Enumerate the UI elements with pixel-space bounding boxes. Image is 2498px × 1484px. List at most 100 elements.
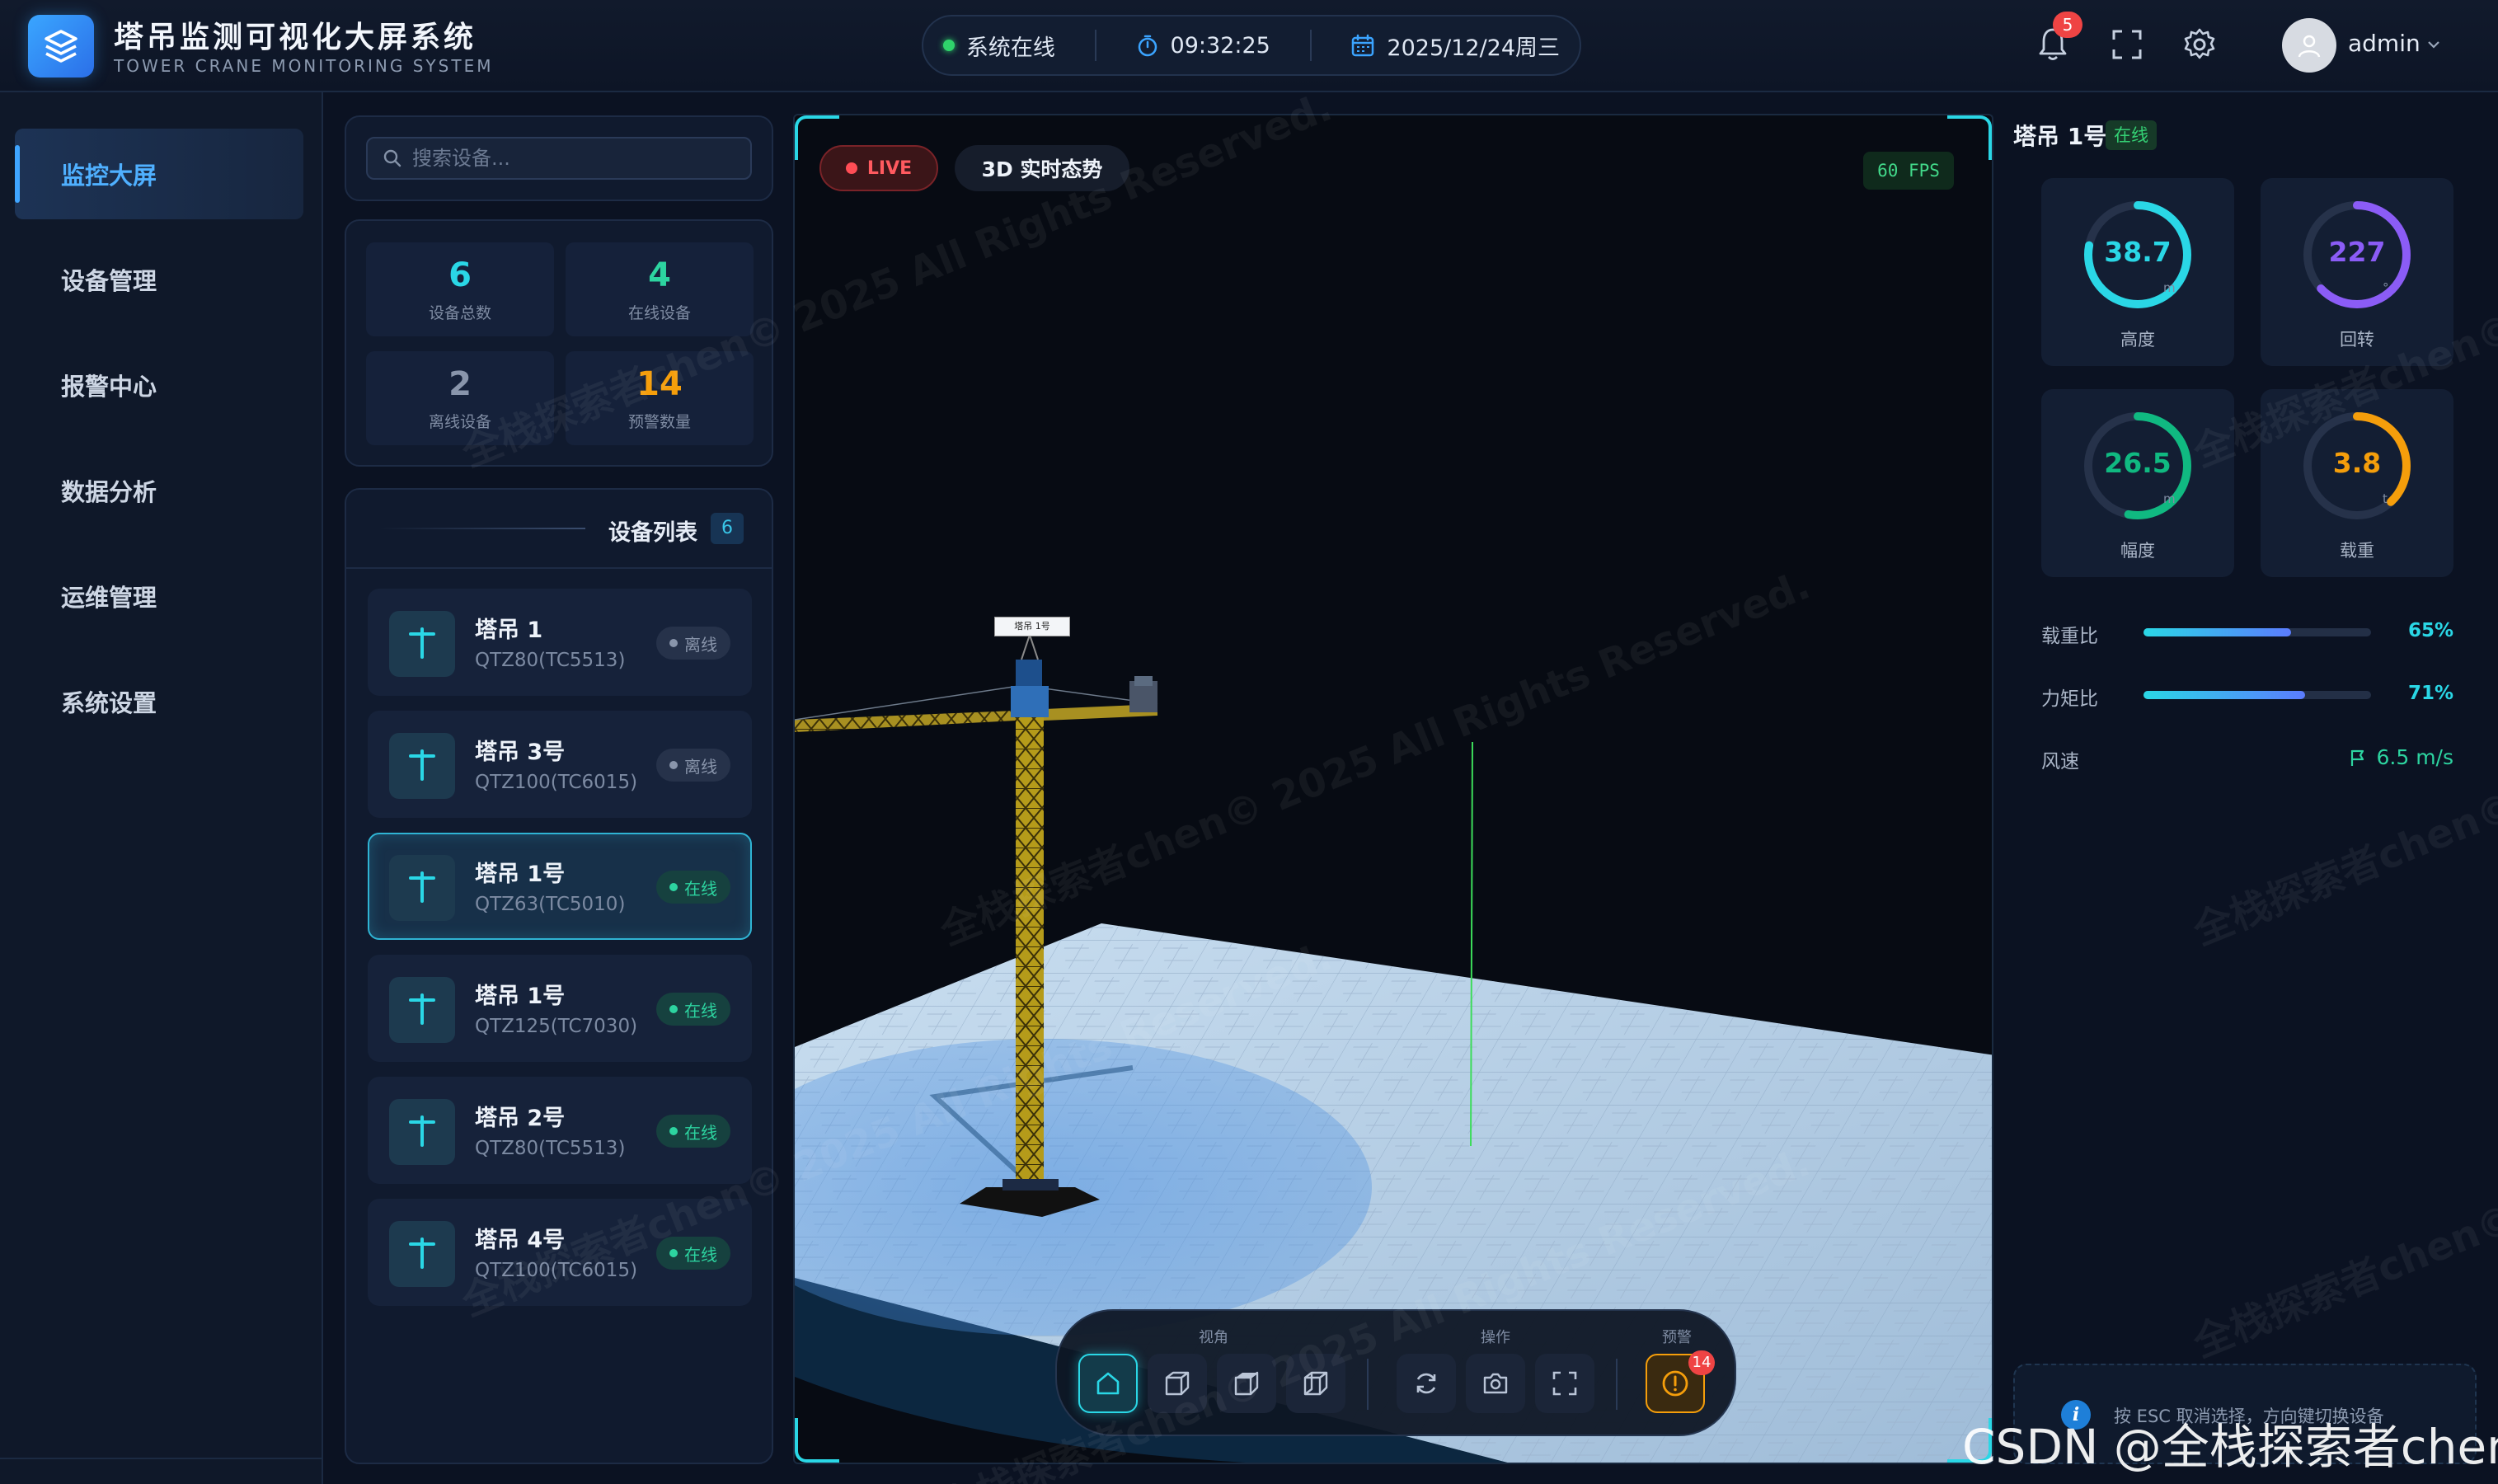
chevron-down-icon[interactable] <box>2425 36 2442 53</box>
search-input[interactable] <box>412 147 742 170</box>
recording-dot-icon <box>845 162 857 174</box>
date-display: 2025/12/24周三 <box>1350 30 1560 62</box>
view-home-button[interactable] <box>1078 1354 1138 1413</box>
device-model: QTZ63(TC5010) <box>475 894 626 915</box>
device-status-text: 在线 <box>684 878 717 899</box>
user-avatar[interactable] <box>2282 18 2336 73</box>
crane-icon <box>389 855 455 921</box>
device-status-badge: 在线 <box>656 1115 730 1148</box>
fullscreen-icon <box>1552 1371 1577 1396</box>
3d-viewport[interactable]: 塔吊 1号 LIVE 3D 实时态势 60 FPS 视角 操作 预警 14 <box>793 114 1993 1464</box>
device-model: QTZ100(TC6015) <box>475 772 638 793</box>
app-subtitle: TOWER CRANE MONITORING SYSTEM <box>114 56 494 76</box>
device-model: QTZ80(TC5513) <box>475 1138 626 1159</box>
refresh-icon <box>1416 1373 1436 1394</box>
device-status-badge: 在线 <box>656 993 730 1026</box>
moment-ratio-track <box>2143 691 2371 699</box>
device-name: 塔吊 1号 <box>475 984 566 1009</box>
wind-speed-value: 6.5 m/s <box>2376 745 2453 769</box>
stat-label: 设备总数 <box>428 303 491 322</box>
gear-icon <box>2184 28 2215 59</box>
sidebar-item-analytics[interactable]: 数据分析 <box>15 445 303 536</box>
device-list-item[interactable]: 塔吊 1号 QTZ63(TC5010) 在线 <box>368 833 752 940</box>
status-dot-icon <box>669 639 678 647</box>
stat-offline-devices: 2 离线设备 <box>366 351 554 445</box>
device-count-badge: 6 <box>711 513 744 544</box>
settings-button[interactable] <box>2181 26 2218 63</box>
stat-label: 离线设备 <box>428 412 491 431</box>
gauge-card: 227 ° 回转 <box>2261 178 2453 366</box>
gauge-value: 3.8 <box>2332 447 2382 479</box>
gauge-unit: ° <box>2383 280 2389 295</box>
notification-badge: 5 <box>2053 12 2082 38</box>
device-list-header: 设备列表 6 <box>346 490 772 569</box>
device-model: QTZ125(TC7030) <box>475 1016 638 1037</box>
top-header: 塔吊监测可视化大屏系统 TOWER CRANE MONITORING SYSTE… <box>0 0 2498 92</box>
status-dot-icon <box>669 1249 678 1257</box>
sidebar-item-alarms[interactable]: 报警中心 <box>15 340 303 430</box>
viewport-title: 3D 实时态势 <box>955 145 1129 191</box>
divider <box>1309 30 1312 61</box>
device-status-badge: 在线 <box>656 1237 730 1270</box>
detail-device-name: 塔吊 1号 <box>2013 123 2107 150</box>
divider <box>1616 1359 1618 1410</box>
refresh-button[interactable] <box>1397 1354 1456 1413</box>
load-ratio-value: 65% <box>2407 620 2453 641</box>
fullscreen-button[interactable] <box>2111 28 2143 61</box>
device-status-text: 离线 <box>684 634 717 655</box>
user-icon <box>2298 35 2321 58</box>
stat-online-devices: 4 在线设备 <box>566 242 754 336</box>
screenshot-button[interactable] <box>1466 1354 1525 1413</box>
device-model: QTZ80(TC5513) <box>475 650 626 671</box>
toolbar-group-label-view: 视角 <box>1199 1329 1228 1346</box>
status-dot-icon <box>669 1005 678 1013</box>
cube-side-icon <box>1303 1371 1328 1396</box>
gauge-unit: m <box>2163 280 2176 295</box>
gauge-label: 回转 <box>2340 330 2374 350</box>
search-box[interactable] <box>366 137 752 180</box>
live-label: LIVE <box>866 157 913 179</box>
sidebar-item-dashboard[interactable]: 监控大屏 <box>15 129 303 219</box>
stat-value: 6 <box>448 256 472 294</box>
stat-value: 4 <box>648 256 671 294</box>
sidebar-item-devices[interactable]: 设备管理 <box>15 234 303 325</box>
gauge-card: 38.7 m 高度 <box>2041 178 2234 366</box>
username[interactable]: admin <box>2348 30 2421 57</box>
gauge-unit: t <box>2383 491 2388 506</box>
status-dot-icon <box>669 1127 678 1135</box>
crane-name-tag: 塔吊 1号 <box>994 617 1070 636</box>
home-icon <box>1096 1372 1120 1395</box>
gauge-card: 3.8 t 载重 <box>2261 389 2453 577</box>
crane-3d-scene[interactable] <box>795 115 1993 1464</box>
device-detail-panel: 塔吊 1号 在线 38.7 m 高度 227 ° 回转 26.5 m 幅度 3.8 t 载重 载重比 … <box>2013 114 2477 819</box>
device-list-item[interactable]: 塔吊 2号 QTZ80(TC5513) 在线 <box>368 1077 752 1184</box>
stat-value: 14 <box>636 364 683 403</box>
device-list-item[interactable]: 塔吊 4号 QTZ100(TC6015) 在线 <box>368 1199 752 1306</box>
sidebar-item-operations[interactable]: 运维管理 <box>15 551 303 641</box>
wind-speed-value-wrap: 6.5 m/s <box>2348 745 2453 769</box>
view-side-button[interactable] <box>1286 1354 1345 1413</box>
stopwatch-icon <box>1138 35 1157 57</box>
fps-counter: 60 FPS <box>1863 152 1954 190</box>
corner-bracket <box>1947 115 1992 160</box>
view-top-button[interactable] <box>1217 1354 1276 1413</box>
moment-ratio-value: 71% <box>2407 683 2453 704</box>
toolbar-group-label-alert: 预警 <box>1662 1329 1692 1346</box>
device-name: 塔吊 3号 <box>475 740 566 765</box>
view-front-button[interactable] <box>1148 1354 1207 1413</box>
gauge-value: 26.5 <box>2104 447 2172 479</box>
gauge-label: 高度 <box>2120 330 2155 350</box>
corner-bracket <box>795 1418 839 1463</box>
date-text: 2025/12/24周三 <box>1387 35 1561 61</box>
live-badge: LIVE <box>819 145 938 191</box>
gauge-value: 38.7 <box>2104 236 2172 268</box>
viewport-fullscreen-button[interactable] <box>1535 1354 1594 1413</box>
divider <box>1367 1359 1369 1410</box>
device-list-item[interactable]: 塔吊 3号 QTZ100(TC6015) 离线 <box>368 711 752 818</box>
device-list-item[interactable]: 塔吊 1号 QTZ125(TC7030) 在线 <box>368 955 752 1062</box>
device-list-item[interactable]: 塔吊 1 QTZ80(TC5513) 离线 <box>368 589 752 696</box>
load-ratio-track <box>2143 628 2371 636</box>
sidebar-item-settings[interactable]: 系统设置 <box>15 656 303 747</box>
divider <box>1094 30 1096 61</box>
device-model: QTZ100(TC6015) <box>475 1260 638 1281</box>
